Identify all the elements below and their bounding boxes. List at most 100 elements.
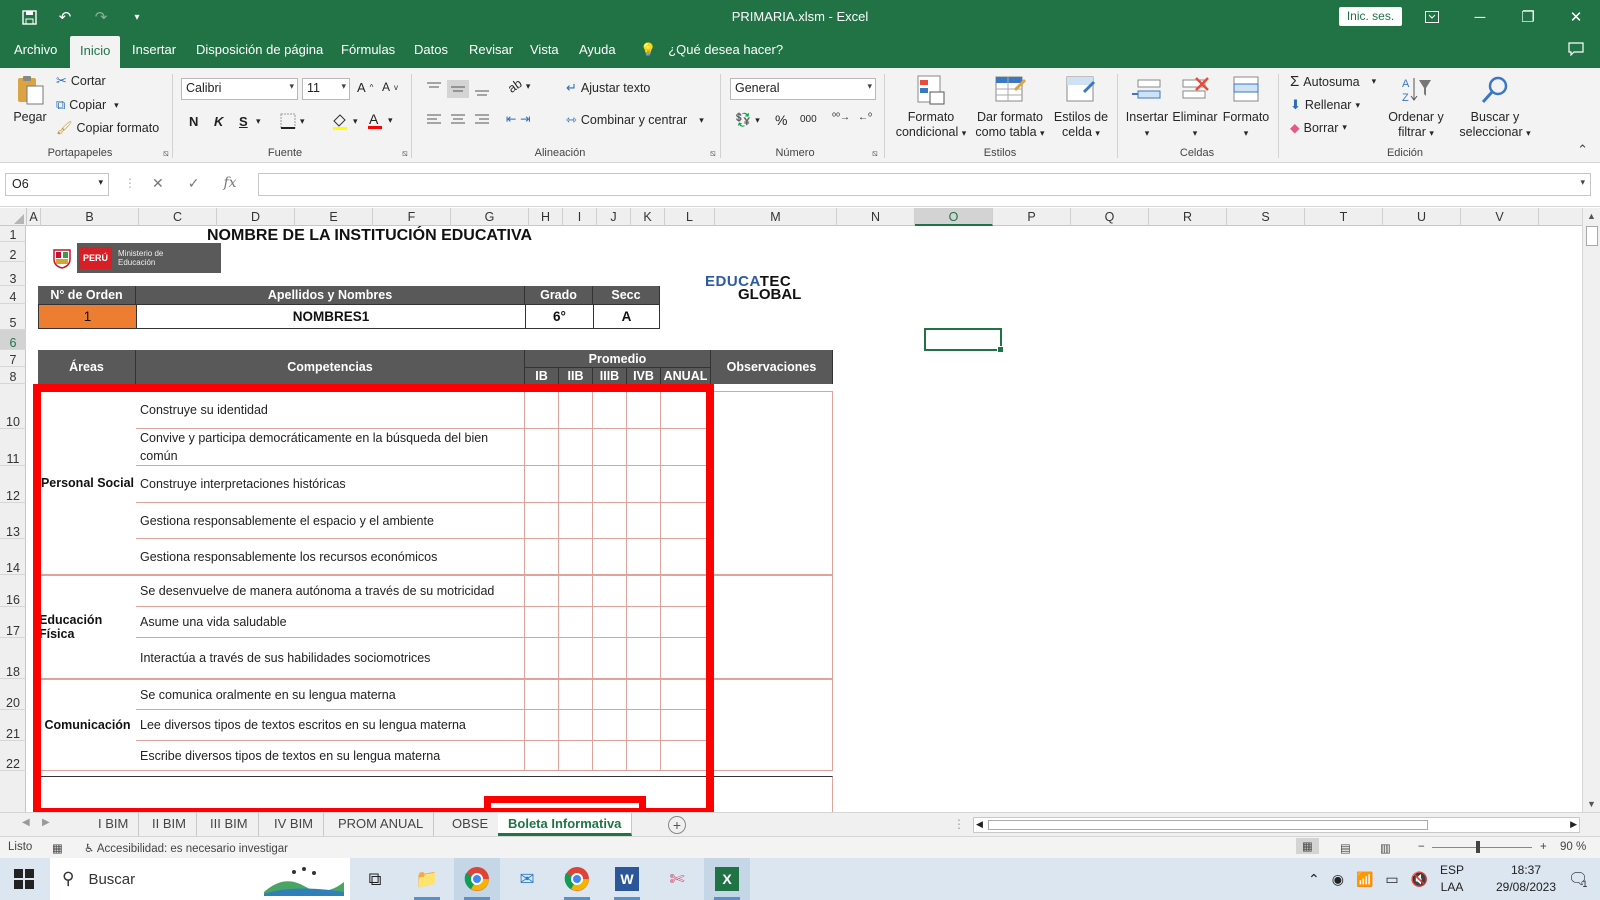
font-name-combo[interactable]: Calibri ▾ [181, 78, 298, 100]
zoom-out-icon[interactable]: − [1418, 841, 1425, 853]
competency-cell[interactable]: Escribe diversos tipos de textos en su l… [136, 741, 525, 771]
clipboard-launcher-icon[interactable]: ⧅ [163, 148, 169, 159]
grade-cell[interactable] [627, 429, 661, 466]
grade-cell[interactable] [661, 710, 711, 741]
worksheet[interactable]: NOMBRE DE LA INSTITUCIÓN EDUCATIVA PERÚ … [27, 226, 1582, 812]
select-all-corner[interactable] [0, 208, 27, 226]
page-break-icon[interactable]: ▥ [1380, 841, 1391, 855]
competency-cell[interactable]: Lee diversos tipos de textos escritos en… [136, 710, 525, 741]
competency-cell[interactable]: Se desenvuelve de manera autónoma a trav… [136, 575, 525, 607]
column-header-v[interactable]: V [1461, 208, 1539, 226]
grade-cell[interactable] [559, 607, 593, 638]
grade-cell[interactable] [559, 466, 593, 503]
column-header-r[interactable]: R [1149, 208, 1227, 226]
horizontal-scrollbar[interactable]: ◀ ▶ [973, 817, 1580, 833]
mail-icon[interactable]: ✉ [504, 858, 550, 900]
column-header-f[interactable]: F [373, 208, 451, 226]
cut-button[interactable]: ✂ Cortar [56, 73, 106, 89]
row-header-22[interactable]: 22 [0, 741, 26, 771]
chrome-icon[interactable] [554, 858, 600, 900]
grade-cell[interactable] [525, 710, 559, 741]
zoom-level[interactable]: 90 % [1560, 841, 1586, 853]
decrease-font-icon[interactable]: Av [382, 80, 398, 94]
grade-cell[interactable] [627, 710, 661, 741]
close-icon[interactable]: ✕ [1552, 0, 1600, 34]
column-header-a[interactable]: A [27, 208, 41, 226]
italic-button[interactable]: K [214, 114, 223, 129]
wrap-text-button[interactable]: ↵ Ajustar texto [566, 80, 650, 96]
column-header-u[interactable]: U [1383, 208, 1461, 226]
save-icon[interactable] [18, 6, 40, 28]
conditional-format-button[interactable]: Formato condicional ▾ [891, 74, 971, 141]
row-header-14[interactable]: 14 [0, 539, 26, 575]
competency-cell[interactable]: Se comunica oralmente en su lengua mater… [136, 679, 525, 710]
grade-cell[interactable] [593, 679, 627, 710]
row-header-16[interactable]: 16 [0, 575, 26, 607]
merge-center-button[interactable]: ⇿ Combinar y centrar ▾ [566, 112, 704, 128]
row-header-6[interactable]: 6 [0, 330, 26, 350]
clear-button[interactable]: ◆ Borrar ▾ [1290, 120, 1347, 136]
row-header-12[interactable]: 12 [0, 466, 26, 503]
grade-cell[interactable] [525, 638, 559, 679]
excel-icon[interactable]: X [704, 858, 750, 900]
column-header-p[interactable]: P [993, 208, 1071, 226]
next-sheet-icon[interactable]: ▶ [42, 817, 50, 828]
grade-cell[interactable] [525, 575, 559, 607]
formula-input[interactable]: ▾ [258, 173, 1591, 196]
format-painter-button[interactable]: 🖌 Copiar formato [56, 120, 159, 136]
column-header-q[interactable]: Q [1071, 208, 1149, 226]
grade-cell[interactable] [559, 539, 593, 575]
observations-cell[interactable] [711, 679, 833, 771]
sheet-tab-ii-bim[interactable]: II BIM [142, 813, 197, 836]
indent-icons[interactable]: ⇤ ⇥ [506, 111, 530, 126]
column-header-c[interactable]: C [139, 208, 217, 226]
grade-cell[interactable] [627, 503, 661, 539]
ribbon-display-icon[interactable] [1408, 0, 1456, 34]
font-color-button[interactable]: A ▾ [366, 111, 393, 130]
area-cell[interactable]: Personal Social [38, 391, 137, 575]
row-header-10[interactable]: 10 [0, 391, 26, 429]
grade-cell[interactable] [525, 741, 559, 771]
grade-cell[interactable] [627, 679, 661, 710]
column-header-e[interactable]: E [295, 208, 373, 226]
grade-cell[interactable] [525, 429, 559, 466]
row-header-11[interactable]: 11 [0, 429, 26, 466]
collapse-ribbon-icon[interactable]: ⌃ [1577, 142, 1588, 158]
active-cell-o6[interactable] [924, 328, 1004, 353]
bold-button[interactable]: N [189, 114, 198, 129]
competency-cell[interactable]: Gestiona responsablemente los recursos e… [136, 539, 525, 575]
grade-cell[interactable] [559, 391, 593, 429]
row-header-18[interactable]: 18 [0, 638, 26, 679]
sort-filter-button[interactable]: AZ Ordenar y filtrar ▾ [1383, 74, 1449, 141]
wifi-icon[interactable]: 📶 [1356, 871, 1373, 888]
row-header-5[interactable]: 5 [0, 304, 26, 330]
row-header-17[interactable]: 17 [0, 607, 26, 638]
number-launcher-icon[interactable]: ⧅ [872, 148, 878, 159]
grade-cell[interactable] [627, 466, 661, 503]
grade-cell[interactable] [593, 429, 627, 466]
comments-icon[interactable] [1568, 42, 1584, 60]
chevron-down-icon[interactable]: ▾ [256, 116, 261, 127]
column-header-i[interactable]: I [563, 208, 597, 226]
competency-cell[interactable]: Construye interpretaciones históricas [136, 466, 525, 503]
vertical-scrollbar[interactable]: ▲ ▼ [1582, 208, 1600, 812]
area-cell[interactable]: Comunicación [38, 679, 137, 771]
grade-cell[interactable] [627, 575, 661, 607]
row-header-2[interactable]: 2 [0, 242, 26, 262]
grade-cell[interactable] [559, 741, 593, 771]
scroll-right-icon[interactable]: ▶ [1570, 819, 1577, 830]
grade-cell[interactable] [627, 741, 661, 771]
tab-vista[interactable]: Vista [530, 42, 559, 57]
grade-cell[interactable] [525, 466, 559, 503]
competency-cell[interactable]: Interactúa a través de sus habilidades s… [136, 638, 525, 679]
grade-cell[interactable] [661, 575, 711, 607]
column-header-l[interactable]: L [665, 208, 715, 226]
battery-icon[interactable]: ▭ [1385, 871, 1398, 888]
orientation-button[interactable]: ab ▾ [505, 76, 530, 95]
zoom-in-icon[interactable]: + [1540, 841, 1547, 853]
taskbar-search[interactable]: ⚲ Buscar [50, 858, 350, 900]
grade-cell[interactable] [559, 679, 593, 710]
sheet-tab-iv-bim[interactable]: IV BIM [264, 813, 325, 836]
observations-cell[interactable] [711, 391, 833, 575]
grade-cell[interactable] [559, 638, 593, 679]
